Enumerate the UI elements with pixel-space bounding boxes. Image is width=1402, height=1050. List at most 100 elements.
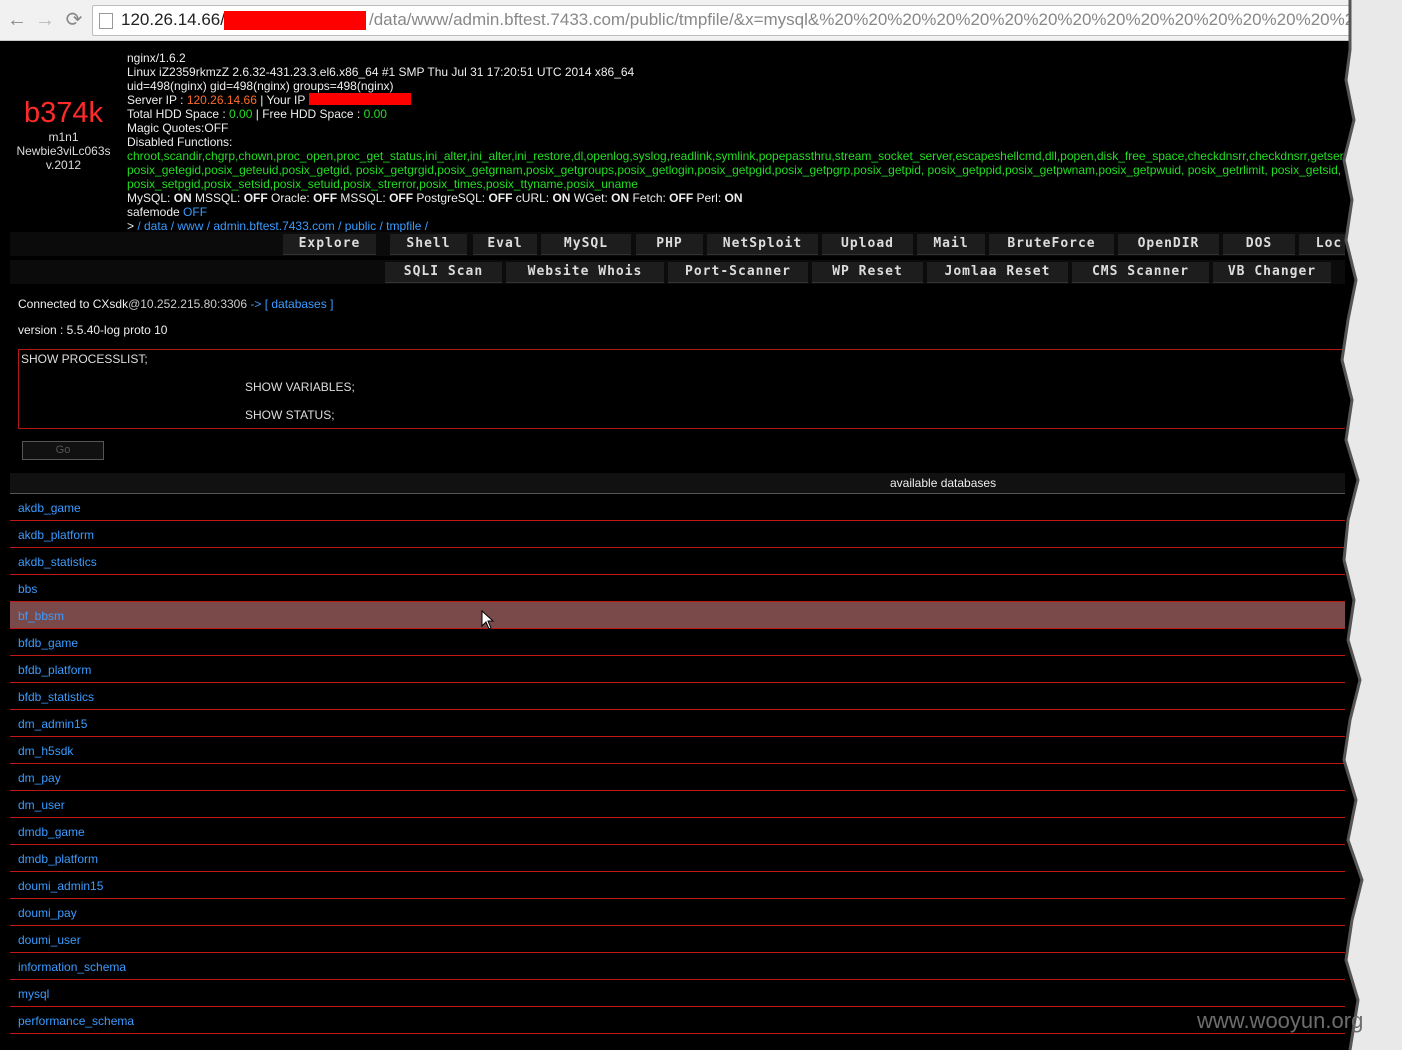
database-link[interactable]: akdb_statistics bbox=[18, 555, 97, 569]
menu-row-2: SQLI Scan Website Whois Port-Scanner WP Res… bbox=[10, 260, 1345, 284]
reload-icon[interactable]: ⟳ bbox=[63, 8, 85, 32]
database-link[interactable]: doumi_pay bbox=[18, 906, 77, 920]
menu-sqli-scan-button[interactable]: SQLI Scan bbox=[385, 262, 502, 283]
database-row[interactable]: akdb_statistics bbox=[10, 548, 1345, 575]
database-row[interactable]: bfdb_statistics bbox=[10, 683, 1345, 710]
database-link[interactable]: akdb_game bbox=[18, 501, 81, 515]
database-link[interactable]: performance_schema bbox=[18, 1014, 134, 1028]
safemode-line: safemode OFF bbox=[127, 205, 1345, 219]
database-row[interactable]: performance_schema bbox=[10, 1007, 1345, 1034]
database-link[interactable]: bf_bbsm bbox=[18, 609, 64, 623]
database-row[interactable]: dm_admin15 bbox=[10, 710, 1345, 737]
database-link[interactable]: bbs bbox=[18, 582, 37, 596]
database-row[interactable]: bfdb_platform bbox=[10, 656, 1345, 683]
back-icon[interactable]: ← bbox=[6, 8, 28, 32]
mouse-cursor-icon bbox=[481, 610, 495, 630]
database-link[interactable]: mysql bbox=[18, 987, 49, 1001]
menu-mail-button[interactable]: Mail bbox=[917, 234, 985, 255]
menu-cms-scanner-button[interactable]: CMS Scanner bbox=[1072, 262, 1209, 283]
menu-loc-button[interactable]: Loc bbox=[1299, 234, 1345, 255]
menu-vb-changer-button[interactable]: VB Changer bbox=[1213, 262, 1331, 283]
server-ip: 120.26.14.66 bbox=[186, 93, 257, 107]
menu-bruteforce-button[interactable]: BruteForce bbox=[989, 234, 1114, 255]
menu-jomlaa-reset-button[interactable]: Jomlaa Reset bbox=[927, 262, 1068, 283]
database-row[interactable]: information_schema bbox=[10, 953, 1345, 980]
module-label: PostgreSQL: bbox=[413, 191, 489, 205]
forward-icon[interactable]: → bbox=[34, 8, 56, 32]
module-value: ON bbox=[611, 191, 630, 205]
module-label: WGet: bbox=[570, 191, 612, 205]
database-link[interactable]: dm_admin15 bbox=[18, 717, 87, 731]
torn-edge bbox=[1340, 0, 1402, 1050]
database-row[interactable]: dm_user bbox=[10, 791, 1345, 818]
database-link[interactable]: dmdb_game bbox=[18, 825, 85, 839]
database-link[interactable]: information_schema bbox=[18, 960, 126, 974]
menu-port-scanner-button[interactable]: Port-Scanner bbox=[668, 262, 808, 283]
database-row[interactable]: mysql bbox=[10, 980, 1345, 1007]
database-link[interactable]: akdb_platform bbox=[18, 528, 94, 542]
module-label: cURL: bbox=[512, 191, 553, 205]
connection-line: Connected to CXsdk@10.252.215.80:3306 ->… bbox=[18, 297, 333, 311]
hdd-total: 0.00 bbox=[229, 107, 253, 121]
breadcrumb: > / data / www / admin.bftest.7433.com /… bbox=[127, 219, 1345, 233]
logo-line: m1n1 bbox=[48, 130, 79, 144]
menu-website-whois-button[interactable]: Website Whois bbox=[506, 262, 664, 283]
database-link[interactable]: dm_pay bbox=[18, 771, 61, 785]
database-row[interactable]: dmdb_game bbox=[10, 818, 1345, 845]
mysql-version: version : 5.5.40-log proto 10 bbox=[18, 323, 168, 337]
database-row[interactable]: akdb_platform bbox=[10, 521, 1345, 548]
disabled-functions: posix_getegid,posix_geteuid,posix_getgid… bbox=[127, 163, 1342, 177]
database-row[interactable]: bbs bbox=[10, 575, 1345, 602]
database-row[interactable]: dmdb_platform bbox=[10, 845, 1345, 872]
database-link[interactable]: doumi_admin15 bbox=[18, 879, 103, 893]
database-row[interactable]: dm_h5sdk bbox=[10, 737, 1345, 764]
safemode-label: safemode bbox=[127, 205, 184, 219]
database-row[interactable]: akdb_game bbox=[10, 494, 1345, 521]
menu-row-1: Explore Shell Eval MySQL PHP NetSploit Upload M… bbox=[10, 232, 1345, 256]
safemode-value: OFF bbox=[183, 205, 208, 219]
database-link[interactable]: bfdb_statistics bbox=[18, 690, 94, 704]
module-value: OFF bbox=[488, 191, 513, 205]
menu-dos-button[interactable]: DOS bbox=[1223, 234, 1295, 255]
menu-eval-button[interactable]: Eval bbox=[473, 234, 537, 255]
url-path: /data/www/admin.bftest.7433.com/public/t… bbox=[369, 10, 1383, 29]
menu-php-button[interactable]: PHP bbox=[636, 234, 703, 255]
database-row[interactable]: dm_pay bbox=[10, 764, 1345, 791]
watermark: www.wooyun.org bbox=[1197, 1008, 1364, 1033]
database-row[interactable]: bf_bbsm bbox=[10, 602, 1345, 629]
url-host: 120.26.14.66/ bbox=[121, 10, 225, 29]
path-prefix: > bbox=[127, 219, 138, 233]
query-line: SHOW PROCESSLIST; bbox=[21, 352, 148, 366]
database-link[interactable]: bfdb_game bbox=[18, 636, 78, 650]
database-link[interactable]: dm_user bbox=[18, 798, 65, 812]
database-row[interactable]: doumi_pay bbox=[10, 899, 1345, 926]
menu-upload-button[interactable]: Upload bbox=[822, 234, 913, 255]
database-row[interactable]: doumi_admin15 bbox=[10, 872, 1345, 899]
disabled-functions: posix_setpgid,posix_setsid,posix_setuid,… bbox=[127, 177, 638, 191]
hdd-free-label: | Free HDD Space : bbox=[252, 107, 364, 121]
path-links[interactable]: / data / www / admin.bftest.7433.com / p… bbox=[137, 219, 428, 233]
module-value: ON bbox=[552, 191, 571, 205]
database-link[interactable]: doumi_user bbox=[18, 933, 81, 947]
menu-shell-button[interactable]: Shell bbox=[390, 234, 467, 255]
page-icon bbox=[99, 13, 113, 29]
go-button[interactable]: Go bbox=[22, 441, 104, 460]
databases-link[interactable]: [ databases ] bbox=[265, 297, 334, 311]
menu-opendir-button[interactable]: OpenDIR bbox=[1118, 234, 1219, 255]
menu-explore-button[interactable]: Explore bbox=[283, 234, 376, 255]
hdd-line: Total HDD Space : 0.00 | Free HDD Space … bbox=[127, 107, 1345, 121]
menu-netsploit-button[interactable]: NetSploit bbox=[707, 234, 818, 255]
menu-mysql-button[interactable]: MySQL bbox=[541, 234, 631, 255]
module-value: OFF bbox=[389, 191, 414, 205]
server-ip-label: Server IP : bbox=[127, 93, 187, 107]
module-label: MSSQL: bbox=[337, 191, 390, 205]
database-row[interactable]: bfdb_game bbox=[10, 629, 1345, 656]
database-link[interactable]: dmdb_platform bbox=[18, 852, 98, 866]
database-link[interactable]: dm_h5sdk bbox=[18, 744, 73, 758]
connected-host: @10.252.215.80:3306 bbox=[128, 297, 248, 311]
menu-wp-reset-button[interactable]: WP Reset bbox=[812, 262, 923, 283]
query-textarea[interactable]: SHOW PROCESSLIST; SHOW VARIABLES; SHOW S… bbox=[18, 349, 1345, 429]
database-link[interactable]: bfdb_platform bbox=[18, 663, 91, 677]
address-bar[interactable]: 120.26.14.66/ /data/www/admin.bftest.743… bbox=[92, 5, 1384, 36]
database-row[interactable]: doumi_user bbox=[10, 926, 1345, 953]
